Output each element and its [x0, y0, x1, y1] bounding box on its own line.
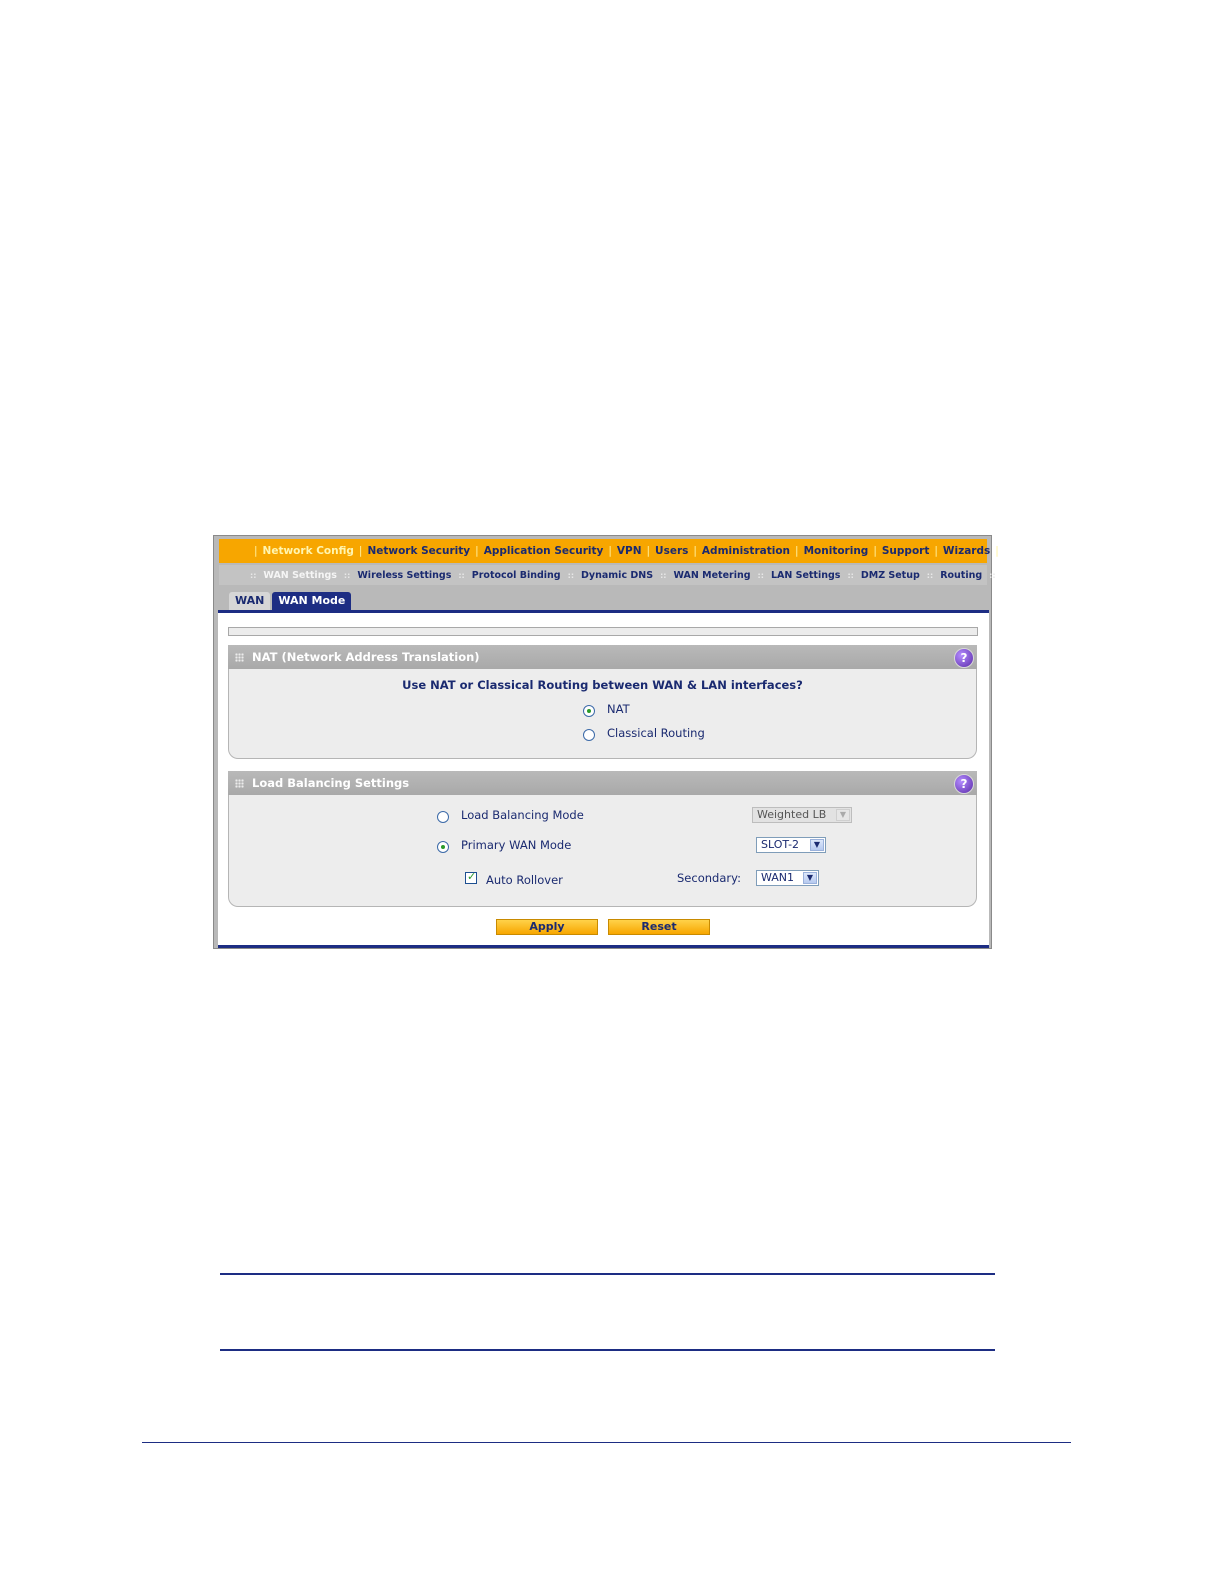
main-panel: NAT (Network Address Translation) ? Use … [218, 610, 989, 948]
help-icon[interactable]: ? [954, 648, 974, 668]
load-balancing-section-title: Load Balancing Settings [252, 776, 410, 790]
nat-section-body: Use NAT or Classical Routing between WAN… [228, 669, 977, 759]
classical-routing-radio-label: Classical Routing [607, 726, 705, 740]
app-window: | Network Config | Network Security | Ap… [213, 535, 999, 949]
sub-nav-routing[interactable]: Routing [940, 570, 982, 581]
auto-rollover-label: Auto Rollover [486, 873, 563, 887]
tab-wan-mode[interactable]: WAN Mode [272, 592, 352, 610]
tab-wan[interactable]: WAN [229, 592, 271, 610]
primary-wan-mode-label: Primary WAN Mode [461, 838, 572, 852]
apply-button[interactable]: Apply [496, 919, 598, 935]
nat-section-header: NAT (Network Address Translation) ? [228, 645, 977, 669]
sub-nav-wan-metering[interactable]: WAN Metering [673, 570, 750, 581]
top-nav-users[interactable]: Users [655, 545, 688, 557]
top-nav-administration[interactable]: Administration [702, 545, 790, 557]
load-balancing-mode-value: Weighted LB [757, 808, 827, 821]
secondary-label: Secondary: [677, 871, 741, 885]
help-icon[interactable]: ? [954, 774, 974, 794]
note-bottom-rule [220, 1349, 995, 1351]
top-nav-application-security[interactable]: Application Security [484, 545, 604, 557]
chevron-down-icon[interactable]: ▼ [803, 872, 817, 884]
nat-radio-label: NAT [607, 702, 630, 716]
load-balancing-mode-radio[interactable] [437, 811, 449, 823]
footer-rule [142, 1442, 1071, 1443]
sub-nav: :: WAN Settings :: Wireless Settings :: … [219, 565, 996, 585]
top-nav-wizards[interactable]: Wizards [943, 545, 990, 557]
primary-wan-value: SLOT-2 [761, 838, 800, 851]
grip-icon [235, 779, 244, 788]
auto-rollover-checkbox[interactable]: ✓ [465, 870, 477, 884]
secondary-wan-value: WAN1 [761, 871, 795, 884]
sub-nav-wan-settings[interactable]: WAN Settings [263, 570, 337, 581]
chevron-down-icon: ▼ [836, 809, 850, 821]
reset-button[interactable]: Reset [608, 919, 710, 935]
sub-nav-lan-settings[interactable]: LAN Settings [771, 570, 841, 581]
nat-section-title: NAT (Network Address Translation) [252, 650, 480, 664]
grip-icon [235, 653, 244, 662]
nat-question: Use NAT or Classical Routing between WAN… [402, 678, 803, 692]
top-nav-support[interactable]: Support [882, 545, 929, 557]
load-balancing-mode-label: Load Balancing Mode [461, 808, 584, 822]
load-balancing-mode-select: Weighted LB ▼ [752, 807, 852, 823]
checkmark-icon: ✓ [467, 870, 477, 883]
message-bar [228, 627, 978, 636]
load-balancing-section-body: Load Balancing Mode Weighted LB ▼ Primar… [228, 795, 977, 907]
chevron-down-icon[interactable]: ▼ [810, 839, 824, 851]
primary-wan-select[interactable]: SLOT-2 ▼ [756, 837, 826, 853]
sub-nav-wireless-settings[interactable]: Wireless Settings [357, 570, 451, 581]
top-nav-network-security[interactable]: Network Security [367, 545, 470, 557]
tab-bar: WAN WAN Mode [229, 592, 353, 610]
secondary-wan-select[interactable]: WAN1 ▼ [756, 870, 819, 886]
classical-routing-radio[interactable] [583, 729, 595, 741]
nat-radio[interactable] [583, 705, 595, 717]
sub-nav-dmz-setup[interactable]: DMZ Setup [861, 570, 920, 581]
top-nav-network-config[interactable]: Network Config [263, 545, 354, 557]
top-nav: | Network Config | Network Security | Ap… [219, 539, 999, 563]
note-top-rule [220, 1273, 995, 1275]
primary-wan-mode-radio[interactable] [437, 841, 449, 853]
sub-nav-protocol-binding[interactable]: Protocol Binding [472, 570, 561, 581]
top-nav-vpn[interactable]: VPN [617, 545, 642, 557]
top-nav-monitoring[interactable]: Monitoring [804, 545, 869, 557]
sub-nav-dynamic-dns[interactable]: Dynamic DNS [581, 570, 653, 581]
load-balancing-section-header: Load Balancing Settings ? [228, 771, 977, 795]
